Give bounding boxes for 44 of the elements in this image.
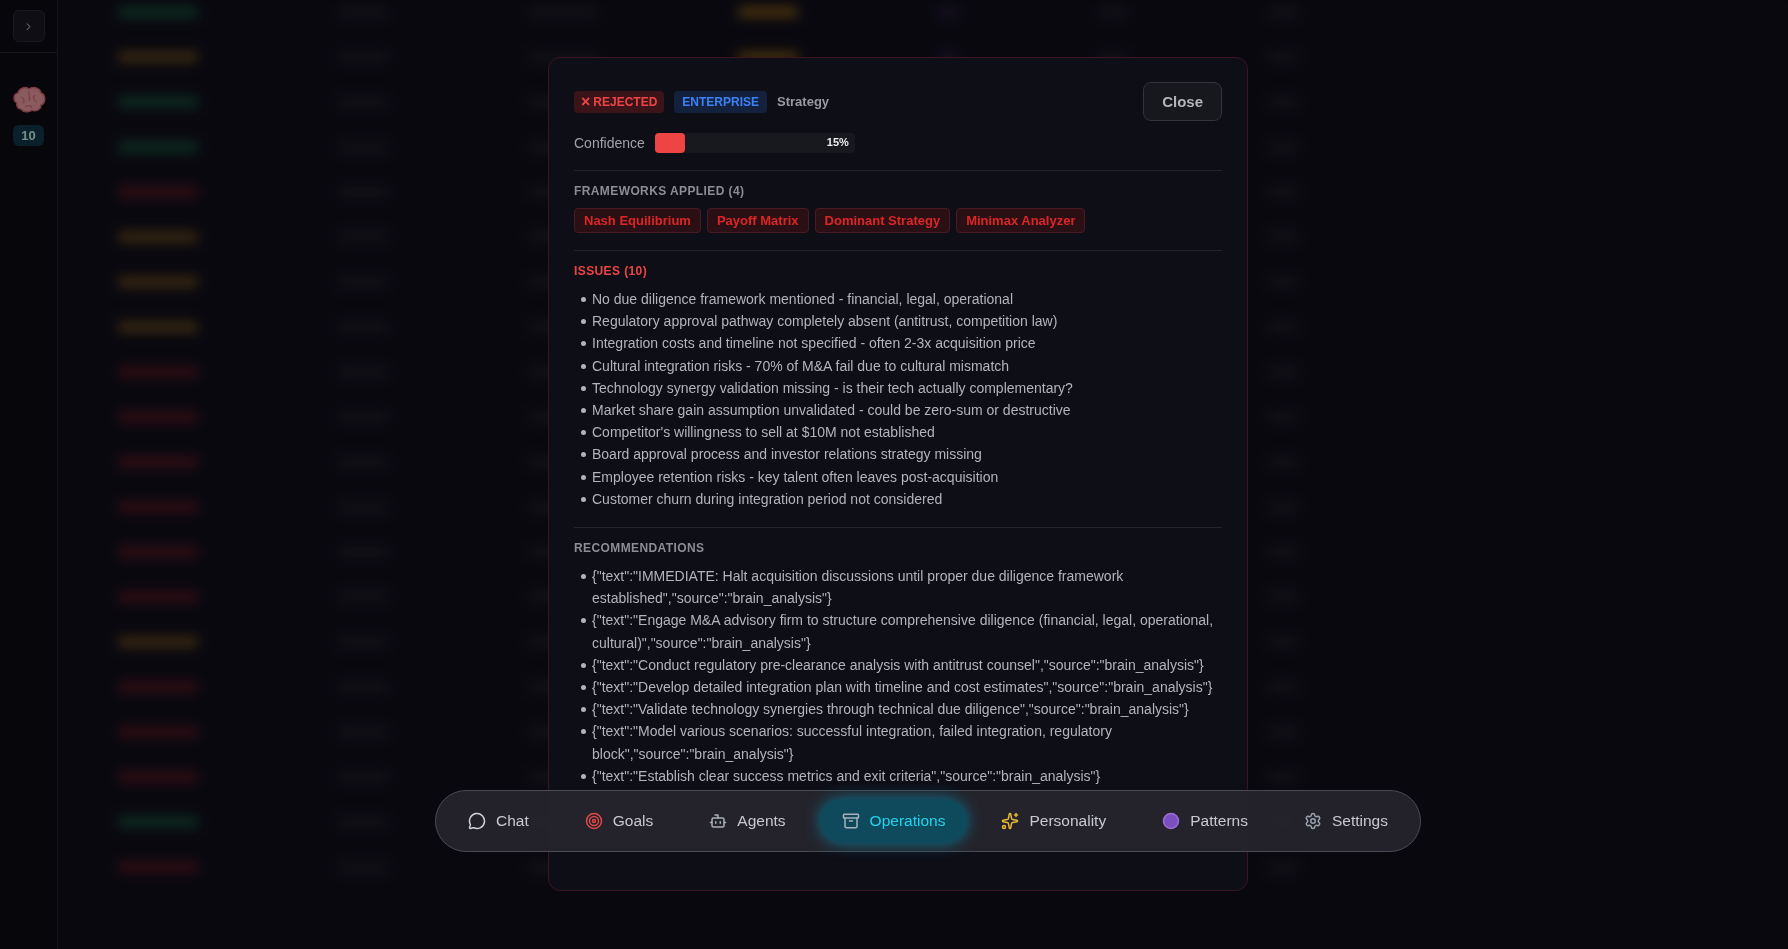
cabinet-icon — [841, 812, 860, 830]
category-label: Strategy — [777, 94, 830, 109]
nav-tab[interactable]: Goals — [562, 799, 676, 843]
robot-icon — [709, 812, 728, 830]
section-heading: FRAMEWORKS APPLIED (4) — [574, 184, 746, 198]
confidence-label: Confidence — [574, 135, 645, 151]
framework-tag: Nash Equilibrium — [574, 208, 701, 233]
issue-item: Cultural integration risks - 70% of M&A fail due to cultural mismatch — [574, 354, 1222, 377]
nav-tab[interactable]: Personality — [979, 799, 1129, 843]
issue-item: Competitor's willingness to sell at $10M not established — [574, 421, 1222, 444]
tier-badge: ENTERPRISE — [674, 90, 768, 113]
nav-tab[interactable]: Settings — [1281, 799, 1410, 843]
issue-item: Board approval process and investor relations strategy missing — [574, 443, 1222, 466]
status-badge: × REJECTED — [574, 90, 665, 113]
issue-item: Market share gain assumption unvalidated - could be zero-sum or destructive — [574, 399, 1222, 422]
issue-item: Regulatory approval pathway completely absent (antitrust, competition law) — [574, 310, 1222, 333]
nav-tab[interactable]: Operations — [819, 799, 968, 843]
issue-item: Technology synergy validation missing - is their tech actually complementary? — [574, 376, 1222, 399]
count-badge: 10 — [13, 125, 44, 146]
nav-tab[interactable]: Patterns — [1140, 799, 1270, 843]
nav-tab[interactable]: Chat — [446, 799, 551, 843]
close-button[interactable]: Close — [1143, 82, 1222, 121]
issue-item: No due diligence framework mentioned - financial, legal, operational — [574, 288, 1222, 311]
recommendation-item: {"text":"Conduct regulatory pre-clearance analysis with antitrust counsel","source":"brain_analysis"} — [574, 653, 1222, 677]
sparkles-icon — [1001, 812, 1020, 830]
section-heading: ISSUES (10) — [574, 264, 649, 278]
recommendation-item: {"text":"Engage M&A advisory firm to structure comprehensive diligence (financial, legal, operational, cultural)","source":"brain_analysis"} — [574, 609, 1222, 654]
confidence-value: 15% — [826, 136, 849, 148]
recommendation-item: {"text":"Establish clear success metrics and exit criteria","source":"brain_analysis"} — [574, 764, 1222, 788]
recommendation-item: {"text":"Develop detailed integration plan with timeline and cost estimates","source":"brain_analysis"} — [574, 676, 1222, 699]
issue-item: Customer churn during integration period not considered — [574, 487, 1222, 511]
recommendation-item: {"text":"IMMEDIATE: Halt acquisition discussions until proper due diligence framework established","source":"brain_analysis"} — [574, 565, 1222, 610]
framework-tag: Payoff Matrix — [706, 208, 809, 233]
issue-item: Integration costs and timeline not specified - often 2-3x acquisition price — [574, 332, 1222, 355]
recommendation-item: {"text":"Model various scenarios: successful integration, failed integration, regulatory block","source":"brain_analysis"} — [574, 720, 1222, 765]
section-heading: RECOMMENDATIONS — [574, 541, 706, 556]
chat-bubble-icon — [468, 812, 486, 830]
target-icon — [584, 812, 603, 830]
framework-tag: Minimax Analyzer — [956, 208, 1086, 233]
recommendation-item: {"text":"Validate technology synergies through technical due diligence","source":"brain_analysis"} — [574, 698, 1222, 721]
issue-item: Employee retention risks - key talent often leaves post-acquisition — [574, 465, 1222, 488]
framework-tag: Dominant Strategy — [814, 208, 951, 233]
settings-icon — [1303, 812, 1322, 830]
nav-tab[interactable]: Agents — [687, 799, 808, 843]
